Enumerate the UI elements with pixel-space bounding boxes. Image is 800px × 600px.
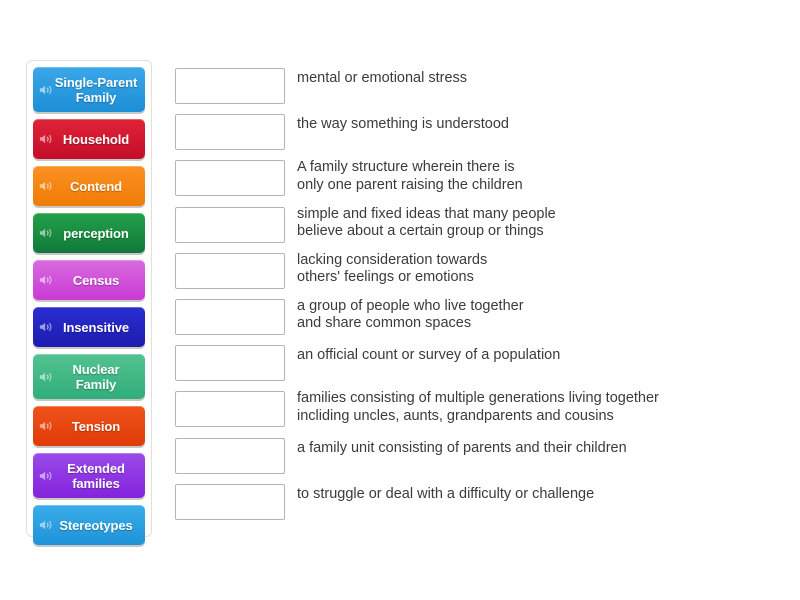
answer-dropzone[interactable] xyxy=(175,114,285,151)
word-tile[interactable]: Census xyxy=(33,260,145,300)
word-tile-label: Census xyxy=(72,272,120,288)
definition-row: to struggle or deal with a difficulty or… xyxy=(175,480,785,526)
speaker-icon[interactable] xyxy=(39,518,53,532)
definition-text: the way something is understood xyxy=(297,116,509,133)
word-tile-label: Tension xyxy=(71,418,121,434)
answer-dropzone[interactable] xyxy=(175,483,285,520)
word-tile[interactable]: Tension xyxy=(33,406,145,446)
definition-text: a group of people who live together and … xyxy=(297,297,524,332)
definition-text: a family unit consisting of parents and … xyxy=(297,439,627,456)
answer-dropzone[interactable] xyxy=(175,206,285,243)
answer-dropzone[interactable] xyxy=(175,437,285,474)
word-tile-label: Contend xyxy=(69,178,122,194)
speaker-icon[interactable] xyxy=(39,469,53,483)
definition-row: A family structure wherein there is only… xyxy=(175,156,785,202)
answer-dropzone[interactable] xyxy=(175,298,285,335)
speaker-icon[interactable] xyxy=(39,226,53,240)
word-tile-label: Household xyxy=(62,131,130,147)
definition-row-list: mental or emotional stress the way someth… xyxy=(175,64,785,526)
definition-text: families consisting of multiple generati… xyxy=(297,390,659,424)
definition-text: an official count or survey of a populat… xyxy=(297,347,561,364)
answer-dropzone[interactable] xyxy=(175,160,285,197)
speaker-icon[interactable] xyxy=(39,419,53,433)
answer-dropzone[interactable] xyxy=(175,391,285,428)
speaker-icon[interactable] xyxy=(39,179,53,193)
definition-text: simple and fixed ideas that many people … xyxy=(297,205,556,240)
definition-text: A family structure wherein there is only… xyxy=(297,159,523,193)
definition-row: a family unit consisting of parents and … xyxy=(175,434,785,480)
answer-dropzone[interactable] xyxy=(175,345,285,382)
definition-text: mental or emotional stress xyxy=(297,70,468,86)
definition-row: lacking consideration towards others' fe… xyxy=(175,249,785,295)
answer-dropzone[interactable] xyxy=(175,68,285,104)
definition-row: a group of people who live together and … xyxy=(175,295,785,341)
definition-row: the way something is understood xyxy=(175,110,785,156)
speaker-icon[interactable] xyxy=(39,320,53,334)
word-tile[interactable]: Single-Parent Family xyxy=(33,67,145,112)
word-tile[interactable]: Stereotypes xyxy=(33,505,145,545)
speaker-icon[interactable] xyxy=(39,83,53,97)
word-tile[interactable]: Household xyxy=(33,119,145,159)
definition-row: families consisting of multiple generati… xyxy=(175,387,785,433)
word-tile-label: Single-Parent Family xyxy=(54,74,138,105)
word-tile-label: perception xyxy=(63,225,129,241)
definition-row: simple and fixed ideas that many people … xyxy=(175,203,785,249)
speaker-icon[interactable] xyxy=(39,132,53,146)
answer-dropzone[interactable] xyxy=(175,252,285,289)
word-tile-label: Nuclear Family xyxy=(72,361,120,392)
activity-canvas: Single-Parent Family Household Contend perc… xyxy=(0,0,800,600)
word-tile[interactable]: Extended families xyxy=(33,453,145,498)
word-tile-panel: Single-Parent Family Household Contend perc… xyxy=(26,60,152,545)
word-tile-label: Extended families xyxy=(67,460,125,491)
definition-text: to struggle or deal with a difficulty or… xyxy=(297,485,595,502)
speaker-icon[interactable] xyxy=(39,273,53,287)
word-tile[interactable]: Contend xyxy=(33,166,145,206)
word-tile[interactable]: perception xyxy=(33,213,145,253)
definition-row: mental or emotional stress xyxy=(175,64,785,110)
word-tile[interactable]: Insensitive xyxy=(33,307,145,347)
speaker-icon[interactable] xyxy=(39,370,53,384)
definition-text: lacking consideration towards others' fe… xyxy=(297,251,488,286)
word-tile[interactable]: Nuclear Family xyxy=(33,354,145,399)
definition-row: an official count or survey of a populat… xyxy=(175,341,785,387)
word-tile-label: Stereotypes xyxy=(59,517,133,533)
word-tile-label: Insensitive xyxy=(62,319,130,335)
word-tile-list: Single-Parent Family Household Contend perc… xyxy=(33,67,145,545)
